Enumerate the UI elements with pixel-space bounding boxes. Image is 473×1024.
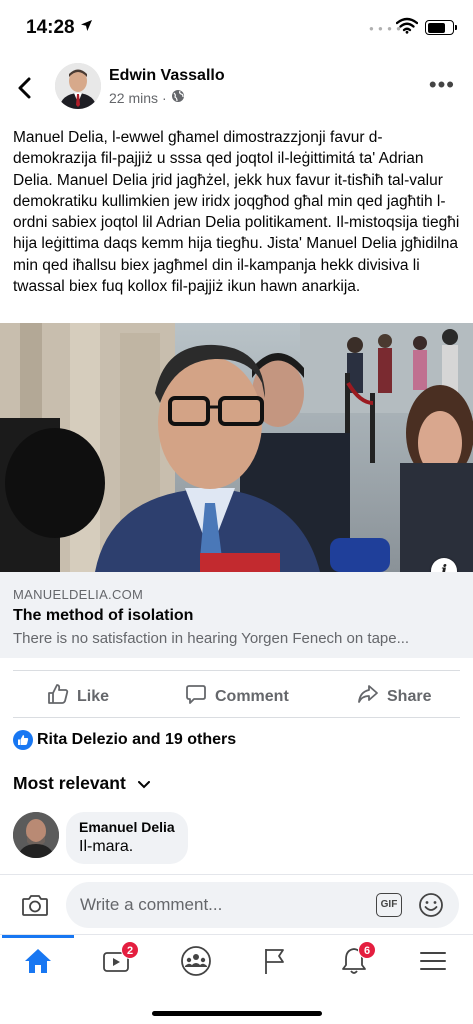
battery-icon bbox=[425, 20, 457, 35]
location-arrow-icon bbox=[80, 19, 93, 35]
comment-bubble-icon bbox=[185, 683, 207, 710]
comment-button[interactable]: Comment bbox=[185, 683, 289, 710]
wifi-icon bbox=[395, 17, 419, 39]
share-button[interactable]: Share bbox=[357, 683, 431, 710]
home-indicator bbox=[152, 1011, 322, 1016]
comment-label: Comment bbox=[215, 687, 289, 705]
share-label: Share bbox=[387, 687, 432, 705]
comment-composer: Write a comment... GIF bbox=[0, 874, 473, 934]
commenter-avatar[interactable] bbox=[13, 812, 59, 858]
more-options-icon[interactable]: ••• bbox=[429, 74, 455, 96]
post-time: 22 mins bbox=[109, 89, 159, 106]
reactions-text: Rita Delezio and 19 others bbox=[37, 731, 237, 748]
share-arrow-icon bbox=[357, 683, 379, 710]
post-text: Manuel Delia, l-ewwel għamel dimostrazzj… bbox=[13, 129, 460, 296]
status-time: 14:28 bbox=[26, 17, 75, 38]
tab-pages[interactable] bbox=[255, 945, 295, 981]
tab-groups[interactable] bbox=[176, 945, 216, 981]
tab-home[interactable] bbox=[18, 945, 58, 981]
link-preview-meta[interactable]: MANUELDELIA.COM The method of isolation … bbox=[0, 572, 473, 658]
comment-sort-dropdown[interactable]: Most relevant bbox=[13, 773, 150, 794]
emoji-icon[interactable] bbox=[417, 891, 445, 924]
comment-author[interactable]: Emanuel Delia bbox=[79, 819, 175, 835]
home-icon bbox=[23, 947, 53, 980]
author-avatar[interactable] bbox=[55, 63, 101, 109]
link-title: The method of isolation bbox=[13, 607, 194, 624]
like-label: Like bbox=[77, 687, 110, 705]
comment-placeholder: Write a comment... bbox=[80, 895, 223, 914]
tab-notifications[interactable]: 6 bbox=[334, 941, 376, 981]
notifications-badge: 6 bbox=[358, 941, 376, 959]
tab-menu[interactable] bbox=[413, 945, 453, 981]
meta-separator: · bbox=[162, 89, 167, 106]
camera-icon[interactable] bbox=[21, 893, 49, 922]
flag-icon bbox=[261, 946, 289, 981]
author-name[interactable]: Edwin Vassallo bbox=[109, 67, 225, 85]
globe-icon bbox=[171, 89, 185, 106]
like-button[interactable]: Like bbox=[47, 683, 109, 710]
sort-label: Most relevant bbox=[13, 773, 126, 793]
active-tab-indicator bbox=[2, 935, 74, 938]
hamburger-menu-icon bbox=[419, 949, 447, 978]
groups-icon bbox=[180, 945, 212, 982]
status-bar: 14:28 ● ● ● ● bbox=[0, 0, 473, 58]
post-actions: Like Comment Share bbox=[0, 671, 473, 715]
tab-watch[interactable]: 2 bbox=[97, 941, 139, 981]
back-arrow-icon[interactable] bbox=[14, 74, 38, 102]
post-header: Edwin Vassallo 22 mins · ••• bbox=[0, 58, 473, 120]
gif-icon[interactable]: GIF bbox=[376, 893, 402, 917]
post-meta: 22 mins · bbox=[109, 89, 185, 106]
link-description: There is no satisfaction in hearing Yorg… bbox=[13, 630, 410, 647]
chevron-down-icon bbox=[137, 773, 150, 794]
bottom-tab-bar: 2 6 bbox=[0, 934, 473, 1024]
link-domain: MANUELDELIA.COM bbox=[13, 587, 144, 602]
thumbs-up-icon bbox=[47, 683, 69, 710]
comment-input[interactable]: Write a comment... GIF bbox=[66, 882, 459, 928]
comment-bubble[interactable]: Emanuel Delia Il-mara. bbox=[66, 812, 188, 864]
comment-text: Il-mara. bbox=[79, 838, 134, 855]
link-preview-image[interactable]: i bbox=[0, 323, 473, 572]
watch-badge: 2 bbox=[121, 941, 139, 959]
divider bbox=[13, 717, 460, 718]
reactions-summary[interactable]: Rita Delezio and 19 others bbox=[13, 730, 236, 750]
like-reaction-icon bbox=[13, 730, 33, 750]
